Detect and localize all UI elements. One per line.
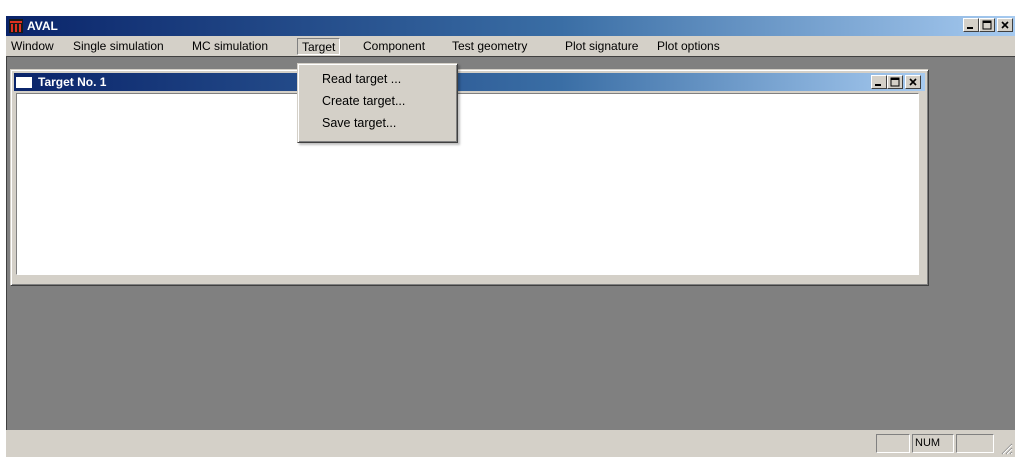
status-bar: NUM	[6, 430, 1015, 457]
maximize-button[interactable]	[979, 18, 995, 32]
app-logo-icon	[9, 19, 23, 33]
window-title: AVAL	[27, 19, 58, 33]
mdi-workspace: Target No. 1	[6, 56, 1015, 430]
menu-plot-options[interactable]: Plot options	[654, 39, 723, 55]
maximize-icon	[890, 77, 900, 87]
size-grip-icon[interactable]	[1001, 443, 1013, 455]
target-dropdown-menu: Read target ... Create target... Save ta…	[297, 63, 458, 143]
main-title-bar[interactable]: AVAL	[6, 16, 1015, 36]
menu-item-read-target[interactable]: Read target ...	[322, 70, 401, 88]
close-icon	[1001, 21, 1009, 29]
menu-target[interactable]: Target	[297, 38, 341, 55]
menu-mc-simulation[interactable]: MC simulation	[189, 39, 271, 55]
child-window-title: Target No. 1	[38, 75, 107, 89]
menu-item-create-target[interactable]: Create target...	[322, 92, 405, 110]
child-caption-buttons	[871, 75, 921, 89]
menu-test-geometry[interactable]: Test geometry	[449, 39, 530, 55]
close-icon	[909, 78, 917, 86]
minimize-icon	[967, 27, 973, 29]
menu-bar: Window Single simulation MC simulation T…	[6, 36, 1015, 56]
main-window: AVAL Window Single simulation MC simulat…	[6, 16, 1015, 457]
child-close-button[interactable]	[905, 75, 921, 89]
menu-plot-signature[interactable]: Plot signature	[562, 39, 641, 55]
minimize-icon	[875, 84, 881, 86]
close-button[interactable]	[997, 18, 1013, 32]
main-caption-buttons	[963, 18, 1013, 32]
target-child-window: Target No. 1	[10, 69, 929, 286]
menu-window[interactable]: Window	[8, 39, 57, 55]
child-client-area[interactable]	[16, 93, 919, 275]
document-window-icon	[16, 75, 32, 88]
minimize-button[interactable]	[963, 18, 979, 32]
status-panel-3	[956, 434, 994, 453]
child-maximize-button[interactable]	[887, 75, 903, 89]
menu-item-save-target[interactable]: Save target...	[322, 114, 396, 132]
child-title-bar[interactable]: Target No. 1	[14, 73, 925, 91]
status-panel-1	[876, 434, 910, 453]
maximize-icon	[982, 20, 992, 30]
status-panel-num: NUM	[912, 434, 954, 453]
child-minimize-button[interactable]	[871, 75, 887, 89]
menu-component[interactable]: Component	[360, 39, 428, 55]
menu-single-simulation[interactable]: Single simulation	[70, 39, 167, 55]
